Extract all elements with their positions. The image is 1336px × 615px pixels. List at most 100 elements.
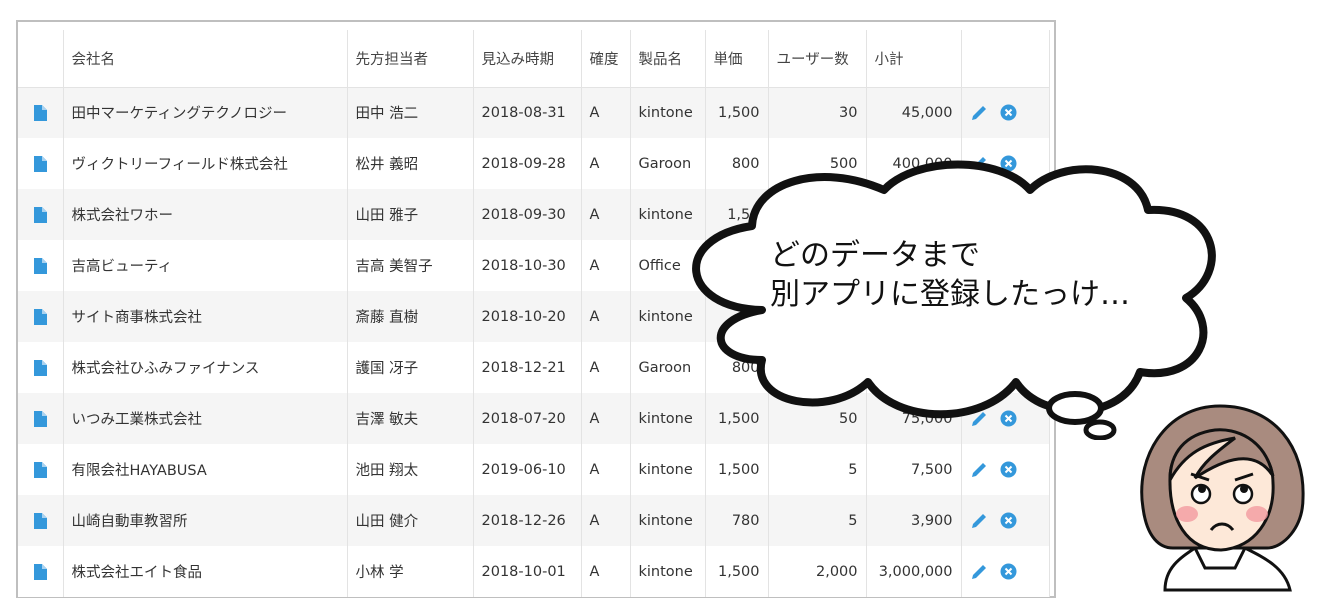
cell-product: kintone: [630, 546, 706, 597]
pencil-icon[interactable]: [970, 461, 988, 479]
cell-date: 2018-12-21: [473, 342, 582, 393]
cell-contact: 吉澤 敏夫: [347, 393, 474, 444]
cell-users: 2,000: [768, 546, 867, 597]
cell-record-link[interactable]: [18, 444, 64, 495]
cell-record-link[interactable]: [18, 240, 64, 291]
cell-company: 有限会社HAYABUSA: [63, 444, 348, 495]
cell-company: ヴィクトリーフィールド株式会社: [63, 138, 348, 189]
close-circle-icon[interactable]: [1000, 512, 1017, 529]
cell-unit-price: 1,500: [705, 546, 769, 597]
table-row[interactable]: 山崎自動車教習所 山田 健介 2018-12-26 Akintone 780 5 3,900: [18, 495, 1050, 546]
cell-unit-price: 780: [705, 495, 769, 546]
cell-confidence: A: [581, 546, 631, 597]
cell-contact: 池田 翔太: [347, 444, 474, 495]
cell-company: 株式会社ワホー: [63, 189, 348, 240]
close-circle-icon[interactable]: [1000, 563, 1017, 580]
cell-record-link[interactable]: [18, 393, 64, 444]
cell-record-link[interactable]: [18, 495, 64, 546]
header-subtotal[interactable]: 小計: [866, 30, 962, 88]
document-icon[interactable]: [33, 104, 47, 121]
header-unit-price[interactable]: 単価: [705, 30, 769, 88]
cell-users: 5: [768, 495, 867, 546]
cell-subtotal: 45,000: [866, 87, 962, 138]
cell-contact: 田中 浩二: [347, 87, 474, 138]
cell-company: 株式会社エイト食品: [63, 546, 348, 597]
cell-date: 2018-09-28: [473, 138, 582, 189]
cell-date: 2018-10-30: [473, 240, 582, 291]
cell-product: kintone: [630, 495, 706, 546]
cell-date: 2018-10-20: [473, 291, 582, 342]
cell-record-link[interactable]: [18, 189, 64, 240]
cell-record-link[interactable]: [18, 546, 64, 597]
cell-subtotal: 3,000,000: [866, 546, 962, 597]
cell-company: いつみ工業株式会社: [63, 393, 348, 444]
table-header-row: 会社名 先方担当者 見込み時期 確度 製品名 単価 ユーザー数 小計: [18, 30, 1050, 88]
close-circle-icon[interactable]: [1000, 104, 1017, 121]
document-icon[interactable]: [33, 359, 47, 376]
cell-unit-price: 1,500: [705, 87, 769, 138]
cell-contact: 山田 健介: [347, 495, 474, 546]
cell-company: サイト商事株式会社: [63, 291, 348, 342]
worried-woman-illustration: [1140, 404, 1305, 592]
cell-company: 吉高ビューティ: [63, 240, 348, 291]
document-icon[interactable]: [33, 410, 47, 427]
cell-confidence: A: [581, 189, 631, 240]
cell-contact: 護国 冴子: [347, 342, 474, 393]
cell-confidence: A: [581, 240, 631, 291]
cell-contact: 山田 雅子: [347, 189, 474, 240]
cell-unit-price: 1,500: [705, 444, 769, 495]
document-icon[interactable]: [33, 155, 47, 172]
header-users[interactable]: ユーザー数: [768, 30, 867, 88]
header-icon-col: [18, 30, 64, 88]
table-row[interactable]: 田中マーケティングテクノロジー 田中 浩二 2018-08-31 Akintone 1,…: [18, 87, 1050, 138]
cell-record-link[interactable]: [18, 138, 64, 189]
cell-actions: [961, 546, 1050, 597]
cell-contact: 小林 学: [347, 546, 474, 597]
pencil-icon[interactable]: [970, 563, 988, 581]
bubble-text: どのデータまで 別アプリに登録したっけ…: [770, 236, 1130, 314]
cell-date: 2018-12-26: [473, 495, 582, 546]
cell-contact: 吉高 美智子: [347, 240, 474, 291]
document-icon[interactable]: [33, 461, 47, 478]
cell-date: 2019-06-10: [473, 444, 582, 495]
document-icon[interactable]: [33, 563, 47, 580]
bubble-line-1: どのデータまで: [770, 238, 980, 273]
cell-product: kintone: [630, 87, 706, 138]
cell-confidence: A: [581, 138, 631, 189]
cell-date: 2018-09-30: [473, 189, 582, 240]
cell-actions: [961, 495, 1050, 546]
cell-record-link[interactable]: [18, 342, 64, 393]
header-date[interactable]: 見込み時期: [473, 30, 582, 88]
cell-users: 30: [768, 87, 867, 138]
cell-company: 田中マーケティングテクノロジー: [63, 87, 348, 138]
header-contact[interactable]: 先方担当者: [347, 30, 474, 88]
document-icon[interactable]: [33, 512, 47, 529]
cell-confidence: A: [581, 87, 631, 138]
table-row[interactable]: 有限会社HAYABUSA 池田 翔太 2019-06-10 Akintone 1,500…: [18, 444, 1050, 495]
cell-date: 2018-08-31: [473, 87, 582, 138]
close-circle-icon[interactable]: [1000, 461, 1017, 478]
document-icon[interactable]: [33, 308, 47, 325]
cell-record-link[interactable]: [18, 87, 64, 138]
cell-confidence: A: [581, 291, 631, 342]
document-icon[interactable]: [33, 206, 47, 223]
header-product[interactable]: 製品名: [630, 30, 706, 88]
header-confidence[interactable]: 確度: [581, 30, 631, 88]
cell-product: kintone: [630, 444, 706, 495]
cell-actions: [961, 87, 1050, 138]
cell-company: 株式会社ひふみファイナンス: [63, 342, 348, 393]
pencil-icon[interactable]: [970, 104, 988, 122]
cell-contact: 斎藤 直樹: [347, 291, 474, 342]
pencil-icon[interactable]: [970, 512, 988, 530]
cell-actions: [961, 444, 1050, 495]
cell-date: 2018-07-20: [473, 393, 582, 444]
table-row[interactable]: 株式会社エイト食品 小林 学 2018-10-01 Akintone 1,500 2,00…: [18, 546, 1050, 597]
cell-confidence: A: [581, 444, 631, 495]
header-company[interactable]: 会社名: [63, 30, 348, 88]
cell-subtotal: 7,500: [866, 444, 962, 495]
bubble-line-2: 別アプリに登録したっけ…: [770, 277, 1130, 312]
document-icon[interactable]: [33, 257, 47, 274]
cell-subtotal: 3,900: [866, 495, 962, 546]
cell-date: 2018-10-01: [473, 546, 582, 597]
cell-record-link[interactable]: [18, 291, 64, 342]
